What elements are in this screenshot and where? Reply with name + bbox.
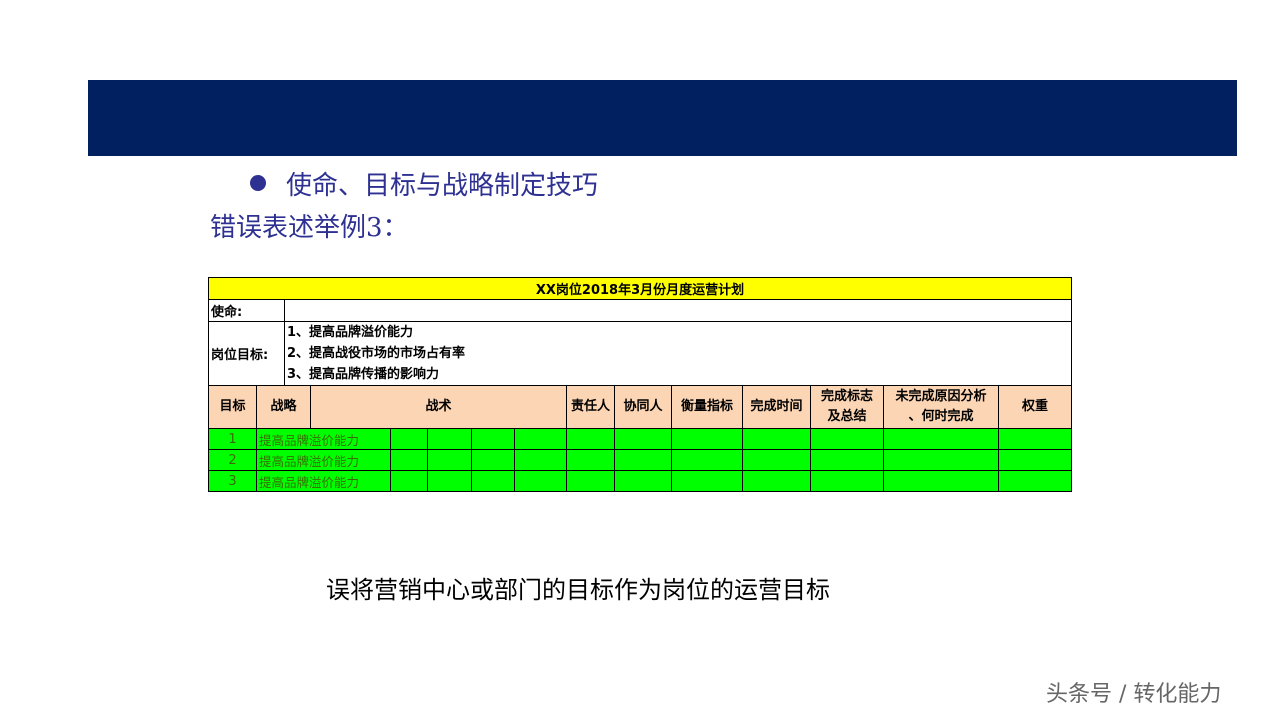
cell xyxy=(810,428,884,450)
cell xyxy=(514,428,567,450)
header-weight: 权重 xyxy=(998,385,1072,429)
cell xyxy=(998,428,1072,450)
mission-label: 使命: xyxy=(208,299,285,322)
row-index: 2 xyxy=(208,449,257,471)
cell xyxy=(883,470,999,492)
row-strategy: 提高品牌溢价能力 xyxy=(256,470,391,492)
header-done-flag-line: 及总结 xyxy=(827,409,867,424)
goals-list: 1、提高品牌溢价能力 2、提高战役市场的市场占有率 3、提高品牌传播的影响力 xyxy=(284,321,1072,386)
header-owner: 责任人 xyxy=(566,385,615,429)
watermark: 头条号 / 转化能力 xyxy=(1046,682,1222,707)
table-row: 3 提高品牌溢价能力 xyxy=(208,470,1072,492)
cell xyxy=(998,449,1072,471)
header-undone-line: 、何时完成 xyxy=(908,409,974,424)
table-title-row: XX岗位2018年3月份月度运营计划 xyxy=(208,277,1072,300)
cell xyxy=(514,449,567,471)
cell xyxy=(614,449,672,471)
cell xyxy=(427,428,472,450)
cell xyxy=(566,470,615,492)
cell xyxy=(390,449,428,471)
cell xyxy=(998,470,1072,492)
slide-caption: 误将营销中心或部门的目标作为岗位的运营目标 xyxy=(326,576,830,604)
cell xyxy=(810,449,884,471)
row-strategy: 提高品牌溢价能力 xyxy=(256,428,391,450)
goal-item: 3、提高品牌传播的影响力 xyxy=(287,367,440,382)
row-index: 1 xyxy=(208,428,257,450)
cell xyxy=(742,449,811,471)
table-header-row: 目标 战略 战术 责任人 协同人 衡量指标 完成时间 完成标志 及总结 未完成原… xyxy=(208,385,1072,429)
header-goal: 目标 xyxy=(208,385,257,429)
cell xyxy=(566,449,615,471)
bullet-heading: 使命、目标与战略制定技巧 xyxy=(250,166,599,201)
goal-item: 2、提高战役市场的市场占有率 xyxy=(287,346,466,361)
cell xyxy=(390,470,428,492)
cell xyxy=(471,449,515,471)
cell xyxy=(671,449,743,471)
header-deadline: 完成时间 xyxy=(742,385,811,429)
cell xyxy=(883,428,999,450)
subtitle: 错误表述举例3： xyxy=(210,213,409,243)
header-done-flag-line: 完成标志 xyxy=(820,389,873,404)
header-metric: 衡量指标 xyxy=(671,385,743,429)
header-strategy: 战略 xyxy=(256,385,311,429)
mission-row: 使命: xyxy=(208,299,1072,322)
row-strategy: 提高品牌溢价能力 xyxy=(256,449,391,471)
cell xyxy=(566,428,615,450)
goal-label: 岗位目标: xyxy=(208,321,285,386)
table-row: 2 提高品牌溢价能力 xyxy=(208,449,1072,471)
table-title: XX岗位2018年3月份月度运营计划 xyxy=(208,277,1072,300)
cell xyxy=(883,449,999,471)
cell xyxy=(471,470,515,492)
bullet-dot-icon xyxy=(250,175,266,191)
cell xyxy=(427,470,472,492)
cell xyxy=(614,470,672,492)
cell xyxy=(614,428,672,450)
header-collaborator: 协同人 xyxy=(614,385,672,429)
cell xyxy=(514,470,567,492)
cell xyxy=(390,428,428,450)
cell xyxy=(427,449,472,471)
bullet-text: 使命、目标与战略制定技巧 xyxy=(286,170,599,201)
header-undone-line: 未完成原因分析 xyxy=(895,389,987,404)
cell xyxy=(671,428,743,450)
goal-item: 1、提高品牌溢价能力 xyxy=(287,325,414,340)
cell xyxy=(742,470,811,492)
cell xyxy=(742,428,811,450)
table-row: 1 提高品牌溢价能力 xyxy=(208,428,1072,450)
cell xyxy=(471,428,515,450)
header-banner xyxy=(88,80,1237,156)
row-index: 3 xyxy=(208,470,257,492)
header-tactics: 战术 xyxy=(310,385,567,429)
header-done-flag: 完成标志 及总结 xyxy=(810,385,884,429)
cell xyxy=(671,470,743,492)
mission-value xyxy=(284,299,1072,322)
header-undone-analysis: 未完成原因分析 、何时完成 xyxy=(883,385,999,429)
goals-row: 岗位目标: 1、提高品牌溢价能力 2、提高战役市场的市场占有率 3、提高品牌传播… xyxy=(208,321,1072,386)
cell xyxy=(810,470,884,492)
plan-table: XX岗位2018年3月份月度运营计划 使命: 岗位目标: 1、提高品牌溢价能力 … xyxy=(208,277,1072,492)
